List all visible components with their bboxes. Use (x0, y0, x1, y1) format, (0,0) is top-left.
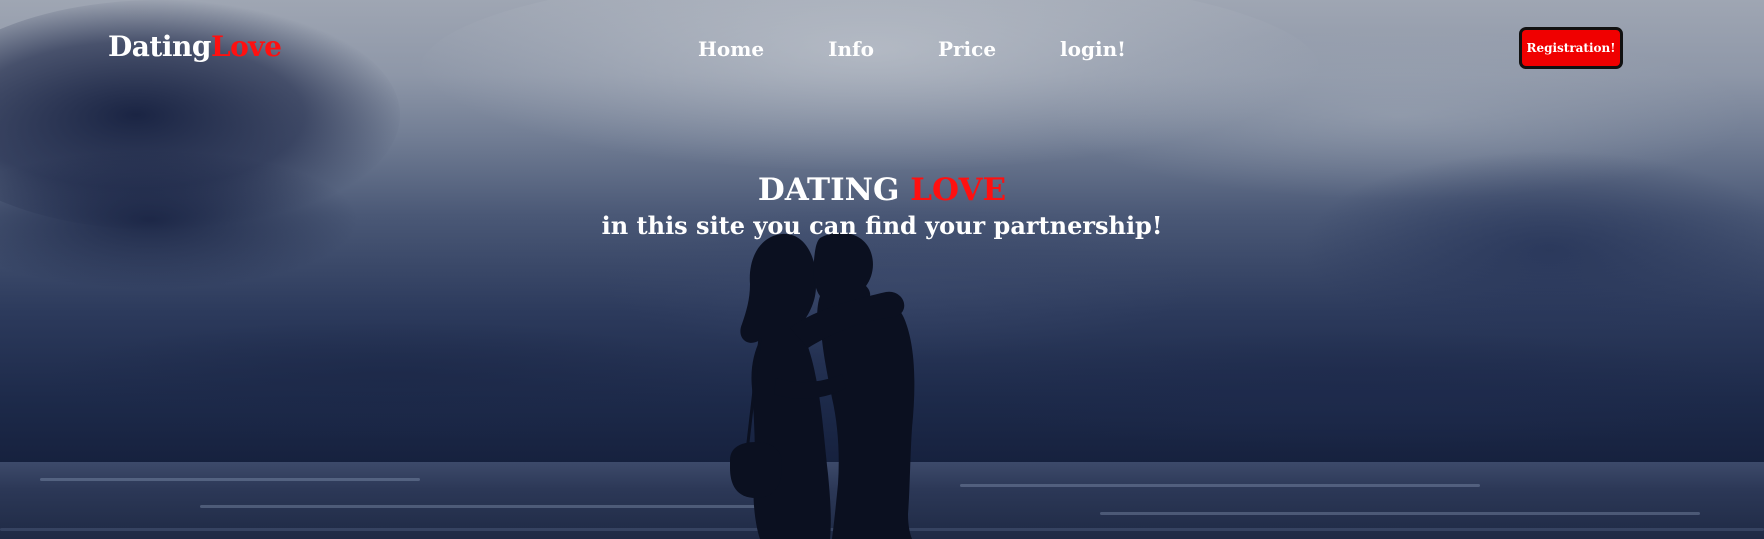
cloud-shape (40, 320, 740, 440)
logo-text-accent: Love (210, 30, 282, 63)
logo-text-primary: Dating (108, 30, 211, 63)
wave (1100, 512, 1700, 515)
registration-button[interactable]: Registration! (1519, 27, 1623, 69)
nav-link-info[interactable]: Info (828, 36, 874, 62)
hero-title-accent: LOVE (910, 172, 1007, 208)
hero-headline: DATING LOVE in this site you can find yo… (0, 170, 1764, 242)
main-nav: Home Info Price login! (698, 36, 1126, 62)
hero-title-primary: DATING (757, 172, 911, 208)
cloud-shape (950, 330, 1764, 450)
nav-link-home[interactable]: Home (698, 36, 764, 62)
wave (960, 484, 1480, 487)
nav-link-price[interactable]: Price (938, 36, 996, 62)
couple-silhouette (730, 232, 915, 539)
hero-section: DatingLove Home Info Price login! Regist… (0, 0, 1764, 539)
wave (40, 478, 420, 481)
hero-subtitle: in this site you can find your partnersh… (601, 211, 1163, 240)
navbar: DatingLove Home Info Price login! Regist… (0, 0, 1764, 100)
site-logo[interactable]: DatingLove (108, 28, 282, 66)
hero-title: DATING LOVE (0, 170, 1764, 210)
nav-link-login[interactable]: login! (1060, 36, 1126, 62)
wave (200, 505, 760, 508)
